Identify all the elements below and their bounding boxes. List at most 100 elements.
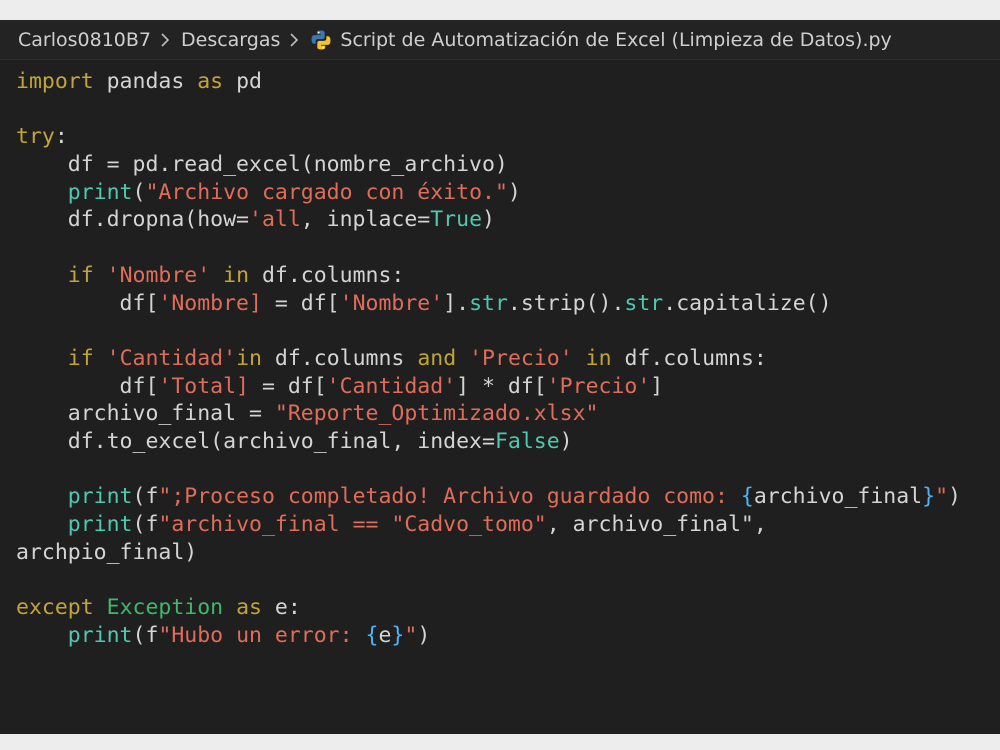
code-token: df.columns:	[611, 345, 767, 371]
code-token: 'Nombre'	[106, 262, 211, 288]
chevron-right-icon	[284, 30, 306, 50]
code-token: 'Nombre'	[339, 290, 444, 316]
code-token: (f	[132, 484, 159, 510]
code-token: False	[494, 428, 560, 454]
code-token: and	[417, 345, 457, 371]
code-token: (f	[132, 512, 159, 537]
code-line: print(f"archivo_final == "Cadvo_tomo", a…	[16, 511, 961, 539]
code-token: str	[624, 290, 664, 316]
code-token: print	[67, 179, 133, 205]
code-token: df.columns	[261, 345, 418, 371]
chevron-right-icon	[155, 30, 177, 50]
code-token: e:	[261, 595, 301, 621]
code-token: import	[16, 69, 94, 94]
code-token: 'Total]	[158, 373, 249, 399]
code-token: "Reporte_Optimizado.xlsx"	[274, 401, 599, 427]
code-token: df[	[16, 373, 159, 399]
code-token: "Hubo un error:	[158, 622, 366, 648]
code-token: df = pd.read_excel(nombre_archivo)	[16, 152, 508, 178]
code-token: in	[223, 262, 250, 288]
code-token: , inplace=	[300, 207, 431, 233]
code-token: e	[378, 622, 392, 648]
code-editor[interactable]: import pandas as pd try: df = pd.read_ex…	[16, 68, 961, 649]
code-token: ";Proceso completado! Archivo guardado c…	[158, 484, 741, 510]
breadcrumb-item-folder-root[interactable]: Carlos0810B7	[18, 29, 151, 51]
code-line: archpio_final)	[16, 539, 961, 567]
code-line: print(f";Proceso completado! Archivo gua…	[16, 483, 961, 511]
code-token: (	[132, 179, 146, 205]
code-token: ] * df[	[456, 373, 547, 399]
code-token: )	[507, 179, 521, 205]
editor-window: Carlos0810B7 Descargas Script de Automat…	[0, 20, 1000, 734]
code-token: = df[	[249, 373, 327, 399]
code-line: df['Nombre] = df['Nombre'].str.strip().s…	[16, 290, 961, 318]
code-token: as	[236, 595, 262, 621]
code-token: = df[	[261, 290, 340, 316]
breadcrumb: Carlos0810B7 Descargas Script de Automat…	[0, 20, 1000, 60]
code-token: 'Precio'	[546, 373, 651, 399]
breadcrumb-item-folder-descargas[interactable]: Descargas	[181, 29, 280, 51]
code-line: try:	[16, 123, 961, 151]
code-token: )	[482, 207, 495, 233]
code-token: "archivo_final == "Cadvo_tomo"	[158, 512, 547, 537]
code-token: (f	[132, 622, 159, 648]
code-token: "Archivo cargado con éxito."	[145, 179, 508, 205]
code-token: df.to_excel(archivo_final, index=	[16, 428, 495, 454]
code-token: "	[404, 622, 418, 648]
code-line: df['Total] = df['Cantidad'] * df['Precio…	[16, 373, 961, 401]
code-token: }	[391, 622, 405, 648]
code-token: True	[430, 207, 483, 233]
code-line: archivo_final = "Reporte_Optimizado.xlsx…	[16, 400, 961, 428]
code-token: if	[67, 345, 94, 371]
code-token: in	[585, 345, 612, 371]
code-token: {	[740, 484, 754, 510]
code-token: Exception	[106, 595, 224, 621]
code-token: 'Nombre]	[158, 290, 262, 316]
code-line: if 'Nombre' in df.columns:	[16, 262, 961, 290]
code-line: df = pd.read_excel(nombre_archivo)	[16, 151, 961, 179]
code-line: if 'Cantidad'in df.columns and 'Precio' …	[16, 345, 961, 373]
code-token: print	[67, 484, 133, 510]
code-token: str	[469, 290, 508, 316]
code-token: {	[365, 622, 379, 648]
code-token: print	[67, 622, 133, 648]
code-token: pd	[223, 69, 262, 94]
code-token: df.columns:	[249, 262, 405, 288]
code-line: df.to_excel(archivo_final, index=False)	[16, 428, 961, 456]
code-token: )	[559, 428, 573, 454]
code-token: in	[236, 345, 262, 371]
code-token: df.dropna(how=	[16, 207, 249, 233]
code-token: archivo_final	[753, 484, 923, 510]
code-token: )	[417, 622, 431, 648]
code-token: 'Precio'	[469, 345, 573, 371]
code-token: except	[16, 595, 94, 621]
breadcrumb-item-file[interactable]: Script de Automatización de Excel (Limpi…	[340, 29, 891, 51]
code-token: )	[948, 484, 961, 510]
code-line: import pandas as pd	[16, 68, 961, 96]
code-line: except Exception as e:	[16, 594, 961, 622]
python-icon	[310, 29, 332, 51]
code-token: df[	[16, 290, 159, 316]
code-token: "	[935, 484, 949, 510]
code-line: print("Archivo cargado con éxito.")	[16, 179, 961, 207]
code-token: , archivo_final",	[546, 512, 767, 537]
code-token: 'Cantidad'	[326, 373, 457, 399]
code-token: archpio_final)	[16, 539, 198, 565]
